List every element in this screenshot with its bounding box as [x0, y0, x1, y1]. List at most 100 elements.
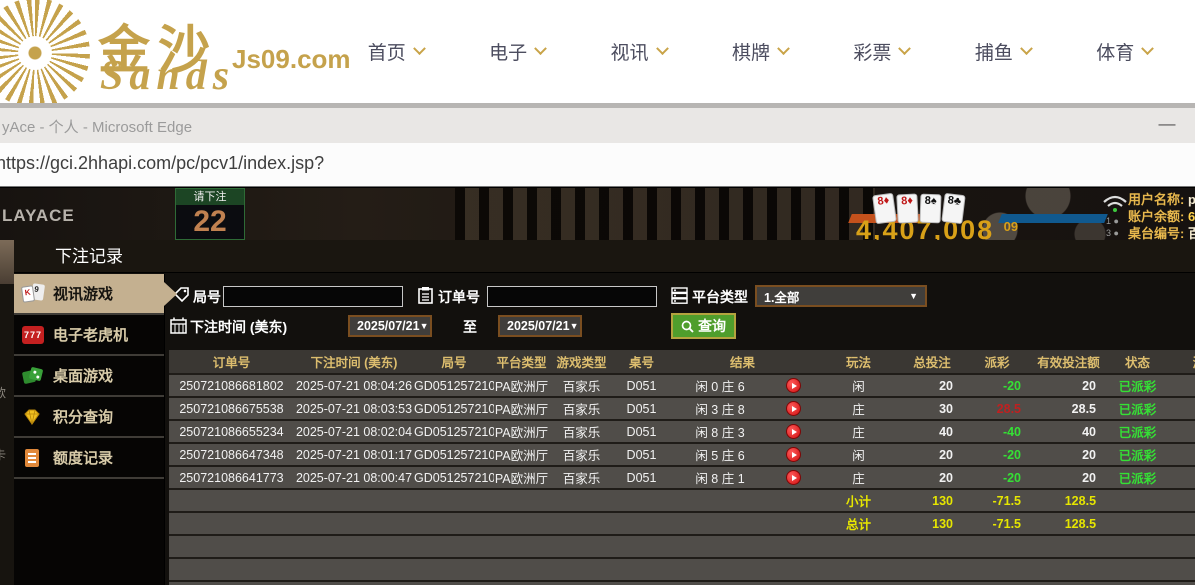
sidebar-item-live-games[interactable]: 9 K 视讯游戏 [14, 274, 164, 315]
main-nav: 首页 电子 视讯 棋牌 彩票 捕鱼 体育 [335, 0, 1195, 103]
cell-round-id: GD051257210PW [414, 420, 494, 443]
round-id-input[interactable] [223, 286, 403, 307]
window-title: yAce - 个人 - Microsoft Edge [2, 116, 192, 137]
chevron-down-icon [1020, 42, 1033, 55]
table-row: 250721086647348 2025-07-21 08:01:17 GD05… [169, 443, 1195, 466]
cell-order-id: 250721086641773 [169, 466, 294, 489]
cell-round-id: GD051257210Q0 [414, 374, 494, 397]
nav-item-lottery[interactable]: 彩票 [853, 38, 909, 65]
cell-bet-time: 2025-07-21 08:03:53 [294, 397, 414, 420]
seat-indicator: 3 ● [1106, 227, 1119, 239]
sidebar-item-label: 视讯游戏 [53, 283, 113, 304]
cell-bet-time: 2025-07-21 08:00:47 [294, 466, 414, 489]
replay-button[interactable] [786, 401, 801, 416]
nav-label: 电子 [489, 38, 527, 65]
cell-payout: 28.5 [963, 397, 1031, 420]
cell-table-no: D051 [614, 374, 669, 397]
sidebar-item-table-games[interactable]: 桌面游戏 [14, 356, 164, 397]
cell-status: 已派彩 [1106, 466, 1169, 489]
card-k-glyph: K [21, 285, 35, 303]
col-status: 状态 [1106, 350, 1169, 374]
cell-empty [169, 489, 816, 512]
cell-empty [169, 535, 1195, 558]
nav-item-slots[interactable]: 电子 [489, 38, 545, 65]
cell-round-id: GD051257210PV [414, 443, 494, 466]
date-to-select[interactable]: 2025/07/21 ▼ [498, 315, 582, 337]
game-background-strip: LAYACE 请下注 22 8♦ 8♦ 8♠ 8♣ 4,407,008 09 1… [0, 188, 1195, 240]
cell-replay [771, 443, 816, 466]
replay-button[interactable] [786, 470, 801, 485]
nav-item-sports[interactable]: 体育 [1096, 38, 1152, 65]
cell-empty [169, 558, 1195, 581]
cell-platform: PA欧洲厅 [494, 420, 549, 443]
sidebar-item-label: 桌面游戏 [53, 365, 113, 386]
sun-logo-icon [0, 0, 90, 103]
cell-payout: -40 [963, 420, 1031, 443]
site-logo[interactable]: 金沙 Js09.com Sands [0, 0, 340, 103]
nav-item-home[interactable]: 首页 [368, 38, 424, 65]
edge-text-fragment: 卡 [0, 446, 6, 463]
url-text[interactable]: https://gci.2hhapi.com/pc/pcv1/index.jsp… [0, 153, 324, 174]
search-button[interactable]: 查询 [671, 313, 736, 339]
cell-total-bet: 40 [901, 420, 963, 443]
slot-777-icon: 777 [22, 325, 44, 345]
chevron-down-icon [1141, 42, 1154, 55]
calendar-icon [170, 317, 187, 334]
replay-button[interactable] [786, 424, 801, 439]
table-row: 250721086655234 2025-07-21 08:02:04 GD05… [169, 420, 1195, 443]
to-label: 至 [463, 317, 477, 337]
grand-total-valid-bet: 128.5 [1031, 512, 1106, 535]
cell-result: 闲 8 庄 1 [669, 466, 771, 489]
cell-valid-bet: 20 [1031, 374, 1106, 397]
cell-result: 闲 3 庄 8 [669, 397, 771, 420]
sidebar-item-slots[interactable]: 777 电子老虎机 [14, 315, 164, 356]
cell-platform: PA欧洲厅 [494, 466, 549, 489]
window-title-bar: yAce - 个人 - Microsoft Edge — [0, 108, 1195, 143]
platform-type-select[interactable]: 1.全部 ▼ [755, 285, 927, 307]
cell-table-no: D051 [614, 443, 669, 466]
nav-item-live[interactable]: 视讯 [611, 38, 667, 65]
cell-valid-bet: 20 [1031, 466, 1106, 489]
col-total-bet: 总投注 [901, 350, 963, 374]
dropdown-arrow-icon: ▼ [909, 291, 918, 301]
background-slats [455, 188, 875, 240]
cell-table-no: D051 [614, 397, 669, 420]
user-name-row: 用户名称: pg [1128, 191, 1195, 208]
panel-sidebar: 9 K 视讯游戏 777 电子老虎机 桌面游戏 [14, 274, 165, 585]
cell-bet-time: 2025-07-21 08:01:17 [294, 443, 414, 466]
grand-total-total-bet: 130 [901, 512, 963, 535]
col-bet-time: 下注时间 (美东) [294, 350, 414, 374]
sidebar-item-credit-records[interactable]: 额度记录 [14, 438, 164, 479]
nav-item-poker[interactable]: 棋牌 [732, 38, 788, 65]
cell-game-detail [1169, 466, 1195, 489]
domino-tile [29, 366, 44, 381]
minimize-button[interactable]: — [1155, 114, 1179, 134]
sidebar-item-points-query[interactable]: 积分查询 [14, 397, 164, 438]
date-from-select[interactable]: 2025/07/21 ▼ [348, 315, 432, 337]
table-header-row: 订单号 下注时间 (美东) 局号 平台类型 游戏类型 桌号 结果 玩法 总投注 … [169, 350, 1195, 374]
table-row: 250721086681802 2025-07-21 08:04:26 GD05… [169, 374, 1195, 397]
cell-platform: PA欧洲厅 [494, 397, 549, 420]
cell-empty [169, 512, 816, 535]
cell-order-id: 250721086681802 [169, 374, 294, 397]
nav-label: 棋牌 [732, 38, 770, 65]
balance-row: 账户余额: 67 [1128, 208, 1195, 225]
replay-button[interactable] [786, 378, 801, 393]
replay-button[interactable] [786, 447, 801, 462]
subtotal-row: 小计 130 -71.5 128.5 [169, 489, 1195, 512]
chevron-down-icon [777, 42, 790, 55]
cell-game-type: 百家乐 [549, 397, 614, 420]
cell-platform: PA欧洲厅 [494, 443, 549, 466]
order-id-input[interactable] [487, 286, 657, 307]
cell-valid-bet: 40 [1031, 420, 1106, 443]
cell-status: 已派彩 [1106, 443, 1169, 466]
cell-status: 已派彩 [1106, 397, 1169, 420]
dominoes-icon [22, 366, 44, 386]
nav-item-fishing[interactable]: 捕鱼 [975, 38, 1031, 65]
cell-total-bet: 20 [901, 466, 963, 489]
playing-cards-icon: 9 K [22, 284, 44, 304]
edge-text-fragment: 款 [0, 384, 6, 401]
subtotal-label: 小计 [816, 489, 901, 512]
col-round-id: 局号 [414, 350, 494, 374]
cell-game-type: 百家乐 [549, 443, 614, 466]
